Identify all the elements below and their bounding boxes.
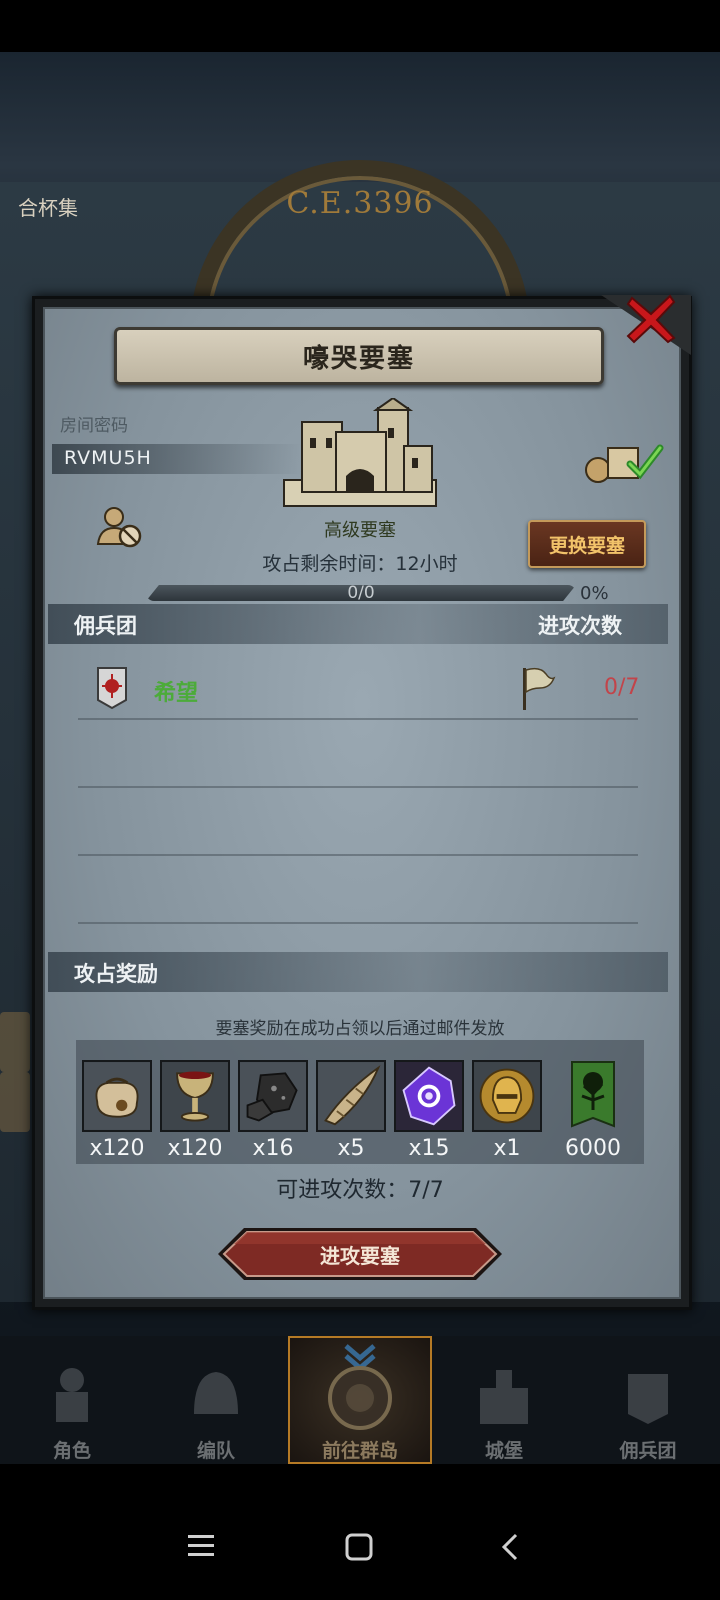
reward-item[interactable] xyxy=(316,1060,386,1132)
tab-label: 前往群岛 xyxy=(321,1440,398,1462)
tab-label: 城堡 xyxy=(484,1440,523,1462)
capture-progress-percent: 0% xyxy=(580,583,609,604)
reward-item[interactable] xyxy=(238,1060,308,1132)
row-divider xyxy=(78,854,638,856)
tab-character[interactable]: 角色 xyxy=(0,1336,144,1464)
row-divider xyxy=(78,718,638,720)
row-divider xyxy=(78,922,638,924)
reward-qty: x120 xyxy=(167,1136,223,1161)
tree-banner-icon xyxy=(571,1061,615,1128)
attacks-left: 可进攻次数：7/7 xyxy=(276,1178,444,1203)
flag-icon xyxy=(523,667,556,710)
change-fortress-label: 更换要塞 xyxy=(548,534,625,557)
rewards-header: 攻占奖励 xyxy=(74,962,158,986)
change-fortress-button[interactable]: 更换要塞 xyxy=(528,520,646,568)
islands-compass-icon xyxy=(328,1344,392,1430)
mercenary-attack-count: 0/7 xyxy=(604,675,640,700)
title-plate: 嚎哭要塞 xyxy=(114,327,604,385)
no-entry-user-icon xyxy=(96,507,142,548)
tab-castle[interactable]: 城堡 xyxy=(432,1336,576,1464)
tab-label: 佣兵团 xyxy=(619,1440,677,1462)
era-label: C.E.3396 xyxy=(286,186,434,221)
reward-item[interactable] xyxy=(160,1060,230,1132)
fortress-castle-icon xyxy=(283,398,437,507)
reward-qty: x1 xyxy=(493,1136,521,1161)
castle-icon xyxy=(480,1370,528,1424)
dialog-title: 嚎哭要塞 xyxy=(302,343,415,374)
tab-formation[interactable]: 编队 xyxy=(144,1336,288,1464)
row-divider xyxy=(78,786,638,788)
room-code-label: 房间密码 xyxy=(60,416,128,436)
reward-qty: x120 xyxy=(89,1136,145,1161)
mercenary-name: 希望 xyxy=(154,681,199,706)
ore-icon xyxy=(240,1062,306,1130)
mercenary-row[interactable] xyxy=(48,650,668,716)
tab-label: 编队 xyxy=(196,1440,235,1462)
horn-icon xyxy=(318,1062,384,1130)
home-icon[interactable] xyxy=(344,1532,374,1562)
attack-times-header: 进攻次数 xyxy=(538,614,622,638)
reward-qty: x16 xyxy=(252,1136,294,1161)
tab-label: 角色 xyxy=(52,1440,91,1462)
close-icon[interactable] xyxy=(624,292,678,346)
guild-emblem-icon xyxy=(97,667,127,710)
side-scroll-icon xyxy=(0,1072,30,1132)
tab-mercenary[interactable]: 佣兵团 xyxy=(576,1336,720,1464)
pouch-icon xyxy=(84,1062,150,1130)
reward-box-icon[interactable] xyxy=(584,440,664,484)
tab-islands[interactable]: 前往群岛 xyxy=(288,1336,432,1464)
reward-qty: x15 xyxy=(408,1136,450,1161)
attack-fortress-label: 进攻要塞 xyxy=(320,1244,400,1268)
mercenary-header: 佣兵团 xyxy=(74,614,137,638)
reward-item[interactable] xyxy=(570,1060,616,1132)
mercenary-icon xyxy=(628,1374,668,1424)
side-label: 合杯集 xyxy=(18,196,78,220)
reward-qty: x5 xyxy=(337,1136,365,1161)
knight-icon xyxy=(56,1368,88,1422)
golden-helmet-icon xyxy=(474,1062,540,1130)
back-icon[interactable] xyxy=(500,1532,520,1562)
reward-qty: 6000 xyxy=(565,1136,621,1161)
reward-item[interactable] xyxy=(82,1060,152,1132)
status-bar xyxy=(0,0,720,52)
room-code[interactable]: RVMU5H xyxy=(64,447,152,469)
reward-item[interactable] xyxy=(472,1060,542,1132)
menu-icon[interactable] xyxy=(186,1532,216,1560)
rewards-note: 要塞奖励在成功占领以后通过邮件发放 xyxy=(215,1019,505,1039)
helmet-icon xyxy=(194,1372,238,1414)
goblet-icon xyxy=(162,1062,228,1130)
reward-item[interactable] xyxy=(394,1060,464,1132)
purple-gem-icon xyxy=(396,1062,462,1130)
capture-progress-text: 0/0 xyxy=(347,583,375,603)
